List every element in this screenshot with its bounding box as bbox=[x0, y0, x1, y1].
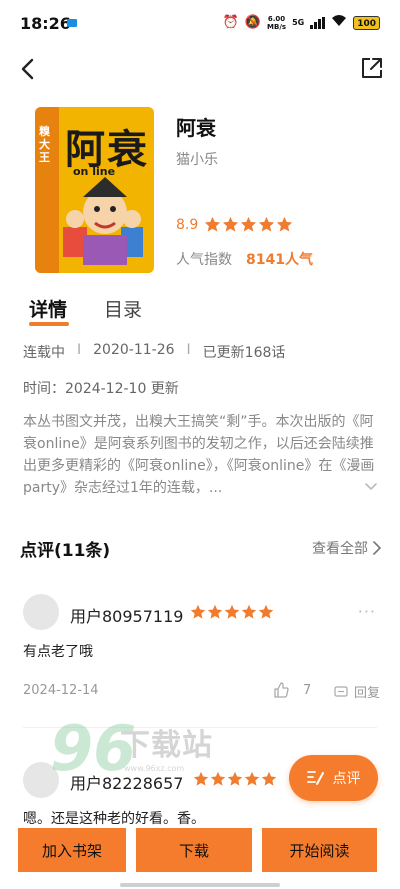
status-icons: ⏰ 🔕 6.00 MB/s 5G 100 bbox=[223, 14, 380, 32]
network-type: 5G bbox=[292, 18, 305, 27]
star-icon bbox=[210, 771, 226, 786]
reply-button[interactable]: 回复 bbox=[334, 682, 380, 701]
network-speed: 6.00 MB/s bbox=[267, 15, 286, 31]
review-stars bbox=[190, 604, 274, 620]
review-text: 嗯。还是这种老的好看。香。 bbox=[23, 811, 205, 827]
star-icon bbox=[190, 604, 206, 619]
mute-icon: 🔕 bbox=[244, 15, 262, 30]
review-text: 有点老了哦 bbox=[23, 644, 93, 660]
star-icon bbox=[227, 771, 243, 786]
signal-icon bbox=[310, 17, 326, 29]
update-time: 时间：2024-12-10 更新 bbox=[23, 381, 179, 397]
review-username[interactable]: 用户80957119 bbox=[70, 603, 183, 627]
book-cover[interactable]: 糗大王 阿衰 on line bbox=[35, 107, 154, 273]
download-button[interactable]: 下载 bbox=[136, 828, 252, 872]
book-title: 阿衰 bbox=[176, 116, 216, 140]
add-to-shelf-button[interactable]: 加入书架 bbox=[18, 828, 126, 872]
meta-separator: I bbox=[77, 342, 82, 358]
rating-row: 8.9 bbox=[176, 216, 293, 233]
rating-stars bbox=[204, 216, 293, 233]
thumb-up-icon bbox=[274, 682, 289, 698]
start-date: 2020-11-26 bbox=[93, 342, 175, 358]
star-icon bbox=[261, 771, 277, 786]
chapter-count: 已更新168话 bbox=[202, 345, 286, 361]
app-notification-icon bbox=[67, 19, 77, 27]
speed-value: 6.00 bbox=[267, 15, 286, 23]
star-icon bbox=[277, 216, 293, 232]
divider bbox=[23, 727, 377, 728]
view-all-reviews-link[interactable]: 查看全部 bbox=[312, 538, 382, 558]
comment-icon bbox=[334, 685, 348, 697]
star-icon bbox=[241, 604, 257, 619]
tab-detail[interactable]: 详情 bbox=[29, 295, 67, 322]
cover-side-text: 糗大王 bbox=[39, 125, 50, 164]
chevron-down-icon[interactable] bbox=[364, 478, 378, 492]
status-bar: 18:26 ⏰ 🔕 6.00 MB/s 5G 100 bbox=[0, 0, 400, 46]
star-icon bbox=[223, 216, 239, 232]
reviews-title: 点评(11条) bbox=[20, 541, 111, 561]
reply-label: 回复 bbox=[354, 686, 381, 701]
star-icon bbox=[207, 604, 223, 619]
review-username[interactable]: 用户82228657 bbox=[70, 770, 183, 794]
bottom-action-bar: 加入书架 下载 开始阅读 bbox=[0, 826, 400, 889]
active-tab-indicator bbox=[29, 322, 69, 326]
star-icon bbox=[241, 216, 257, 232]
star-icon bbox=[224, 604, 240, 619]
star-icon bbox=[244, 771, 260, 786]
meta-separator: I bbox=[186, 342, 191, 358]
status-time: 18:26 bbox=[20, 14, 71, 33]
popularity-row: 人气指数 8141人气 bbox=[176, 249, 313, 269]
battery-icon: 100 bbox=[353, 16, 380, 30]
star-icon bbox=[258, 604, 274, 619]
cover-subtitle: on line bbox=[73, 165, 116, 178]
start-reading-button[interactable]: 开始阅读 bbox=[262, 828, 377, 872]
chevron-right-icon bbox=[373, 541, 382, 555]
book-author[interactable]: 猫小乐 bbox=[176, 149, 218, 169]
like-count: 7 bbox=[303, 682, 312, 698]
review-date: 2024-12-14 bbox=[23, 683, 99, 698]
speed-unit: MB/s bbox=[267, 23, 287, 31]
write-icon bbox=[306, 771, 324, 785]
more-icon[interactable]: ··· bbox=[358, 602, 376, 621]
review-stars bbox=[193, 771, 277, 787]
tab-table-of-contents[interactable]: 目录 bbox=[104, 295, 142, 322]
popularity-label: 人气指数 bbox=[176, 252, 232, 268]
serial-status: 连载中 bbox=[23, 345, 65, 361]
share-icon[interactable] bbox=[360, 56, 384, 80]
book-meta: 连载中 I 2020-11-26 I 已更新168话 bbox=[23, 342, 285, 362]
book-description[interactable]: 本丛书图文并茂，出糗大王搞笑“剩”手。本次出版的《阿衰online》是阿衰系列图… bbox=[23, 411, 375, 499]
avatar[interactable] bbox=[23, 762, 59, 798]
wifi-icon bbox=[331, 14, 347, 32]
rating-value: 8.9 bbox=[176, 216, 199, 233]
star-icon bbox=[259, 216, 275, 232]
view-all-label: 查看全部 bbox=[312, 541, 368, 557]
write-review-label: 点评 bbox=[332, 771, 361, 787]
write-review-button[interactable]: 点评 bbox=[289, 755, 378, 801]
popularity-value: 8141人气 bbox=[246, 252, 313, 268]
star-icon bbox=[193, 771, 209, 786]
avatar[interactable] bbox=[23, 594, 59, 630]
like-button[interactable]: 7 bbox=[273, 682, 311, 698]
star-icon bbox=[205, 216, 221, 232]
alarm-icon: ⏰ bbox=[222, 15, 239, 30]
home-indicator[interactable] bbox=[120, 883, 280, 887]
back-icon[interactable] bbox=[14, 55, 42, 83]
